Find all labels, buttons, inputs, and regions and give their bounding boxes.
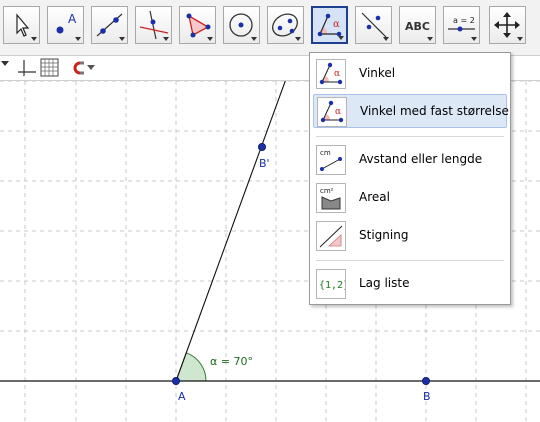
- tool-menu-arrow-icon: [75, 37, 81, 41]
- line-tool-button[interactable]: [91, 6, 128, 44]
- angle-alpha-sector[interactable]: [175, 352, 207, 382]
- svg-text:A: A: [68, 12, 77, 26]
- menu-item-vinkel[interactable]: α Vinkel: [313, 57, 507, 91]
- tool-menu-arrow-icon: [517, 37, 523, 41]
- point-b-label: B: [423, 390, 431, 403]
- tool-menu-arrow-icon: [119, 37, 125, 41]
- angle-alpha-label: α = 70°: [210, 355, 253, 368]
- menu-item-areal[interactable]: cm² Areal: [313, 181, 507, 215]
- svg-text:a = 2: a = 2: [453, 16, 475, 25]
- tool-menu-arrow-icon: [427, 37, 433, 41]
- stylebar-toggle-icon[interactable]: [1, 61, 9, 66]
- angle-fixed-size-icon: α: [317, 97, 347, 127]
- list-icon: {1,2}: [316, 269, 346, 299]
- point-b-prime-label: B': [259, 157, 270, 170]
- svg-text:cm: cm: [320, 149, 331, 157]
- angle-tool-menu: α Vinkel α Vinkel med fast størrelse cm …: [309, 52, 511, 305]
- dropdown-arrow-icon[interactable]: [87, 65, 95, 70]
- angle-icon: α: [316, 59, 346, 89]
- menu-item-label: Stigning: [359, 228, 409, 242]
- menu-separator: [316, 136, 504, 137]
- menu-item-lag-liste[interactable]: {1,2} Lag liste: [313, 267, 507, 301]
- menu-item-label: Lag liste: [359, 276, 410, 290]
- move-graphics-view-button[interactable]: [489, 6, 526, 44]
- point-tool-button[interactable]: A: [47, 6, 84, 44]
- slider-tool-button[interactable]: a = 2: [443, 6, 480, 44]
- svg-text:α: α: [333, 19, 340, 30]
- distance-icon: cm: [316, 145, 346, 175]
- tool-menu-arrow-icon: [251, 37, 257, 41]
- text-tool-icon: ABC: [405, 20, 430, 33]
- menu-item-label: Avstand eller lengde: [359, 152, 483, 166]
- point-a[interactable]: [171, 376, 180, 385]
- svg-text:{1,2}: {1,2}: [319, 280, 345, 291]
- point-b-prime[interactable]: [257, 143, 266, 152]
- tool-menu-arrow-icon: [295, 37, 301, 41]
- menu-separator: [316, 260, 504, 261]
- text-tool-button[interactable]: ABC: [399, 6, 436, 44]
- area-icon: cm²: [316, 183, 346, 213]
- svg-text:α: α: [335, 107, 341, 117]
- menu-item-avstand-eller-lengde[interactable]: cm Avstand eller lengde: [313, 143, 507, 177]
- point-b[interactable]: [421, 376, 430, 385]
- slope-icon: [316, 221, 346, 251]
- menu-item-label: Vinkel med fast størrelse: [360, 104, 509, 118]
- menu-item-stigning[interactable]: Stigning: [313, 219, 507, 253]
- circle-tool-button[interactable]: [223, 6, 260, 44]
- tool-menu-arrow-icon: [31, 37, 37, 41]
- ellipse-tool-button[interactable]: [267, 6, 304, 44]
- reflect-tool-button[interactable]: [355, 6, 392, 44]
- move-tool-button[interactable]: [3, 6, 40, 44]
- tool-menu-arrow-icon: [471, 37, 477, 41]
- tool-menu-arrow-icon: [207, 37, 213, 41]
- grid-icon[interactable]: [40, 58, 59, 77]
- point-a-label: A: [178, 390, 186, 403]
- angle-tool-button[interactable]: α: [311, 6, 348, 44]
- tool-menu-arrow-icon: [338, 36, 344, 40]
- menu-item-vinkel-med-fast-storrelse[interactable]: α Vinkel med fast størrelse: [313, 94, 509, 128]
- svg-text:α: α: [334, 69, 340, 79]
- perpendicular-line-tool-button[interactable]: [135, 6, 172, 44]
- magnet-icon[interactable]: [73, 61, 84, 75]
- axes-icon[interactable]: [18, 60, 36, 76]
- tool-menu-arrow-icon: [163, 37, 169, 41]
- polygon-tool-button[interactable]: [179, 6, 216, 44]
- toolbar: A α ABC a = 2: [0, 0, 540, 55]
- svg-text:cm²: cm²: [320, 187, 334, 195]
- menu-item-label: Areal: [359, 190, 390, 204]
- tool-menu-arrow-icon: [383, 37, 389, 41]
- menu-item-label: Vinkel: [359, 66, 396, 80]
